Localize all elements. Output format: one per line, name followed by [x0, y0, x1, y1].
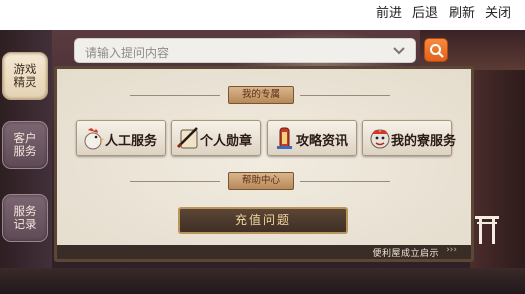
personal-medal-button[interactable]: 个人勋章	[171, 120, 261, 156]
tab-service-record[interactable]: 服务记录	[2, 194, 48, 242]
announcement-link[interactable]: 便利屋成立启示	[372, 246, 439, 259]
search-input[interactable]: 请输入提问内容	[74, 38, 416, 63]
forward-button[interactable]: 前进	[376, 5, 402, 23]
tab-customer-service[interactable]: 客户服务	[2, 121, 48, 169]
tab-label: 服务记录	[13, 204, 37, 231]
tab-game-spirit[interactable]: 游戏精灵	[2, 52, 48, 100]
footer-bar: 便利屋成立启示 ›››	[57, 245, 471, 259]
search-button[interactable]	[424, 38, 448, 62]
service-label: 个人勋章	[200, 134, 253, 149]
recharge-issue-button[interactable]: 充值问题	[178, 207, 348, 234]
rooster-icon	[84, 128, 104, 150]
search-icon	[430, 44, 444, 58]
lantern-scroll-icon	[277, 127, 292, 149]
manual-service-button[interactable]: 人工服务	[76, 120, 166, 156]
torii-gate-icon	[475, 216, 499, 244]
section-title-help: 帮助中心	[228, 172, 294, 190]
strategy-news-button[interactable]: 攻略资讯	[267, 120, 357, 156]
divider-line	[130, 181, 220, 182]
lion-dance-icon	[370, 129, 390, 149]
back-button[interactable]: 后退	[412, 5, 438, 23]
refresh-button[interactable]: 刷新	[449, 5, 475, 23]
service-label: 我的寮服务	[391, 134, 457, 149]
divider-line	[300, 95, 390, 96]
browser-top-bar: 前进 后退 刷新 关闭	[0, 0, 525, 30]
tab-label: 客户服务	[13, 131, 37, 158]
tab-label: 游戏精灵	[13, 62, 37, 89]
more-arrows-icon: ›››	[446, 245, 457, 255]
chevron-down-icon[interactable]	[391, 43, 407, 59]
guild-service-button[interactable]: 我的寮服务	[362, 120, 456, 156]
search-placeholder: 请输入提问内容	[85, 46, 170, 60]
divider-line	[130, 95, 220, 96]
section-title-mine: 我的专属	[228, 86, 294, 104]
floor	[0, 268, 525, 294]
scroll-brush-icon	[176, 127, 198, 149]
divider-line	[300, 181, 390, 182]
service-label: 人工服务	[105, 134, 158, 149]
close-button[interactable]: 关闭	[485, 5, 511, 23]
service-label: 攻略资讯	[296, 134, 349, 149]
